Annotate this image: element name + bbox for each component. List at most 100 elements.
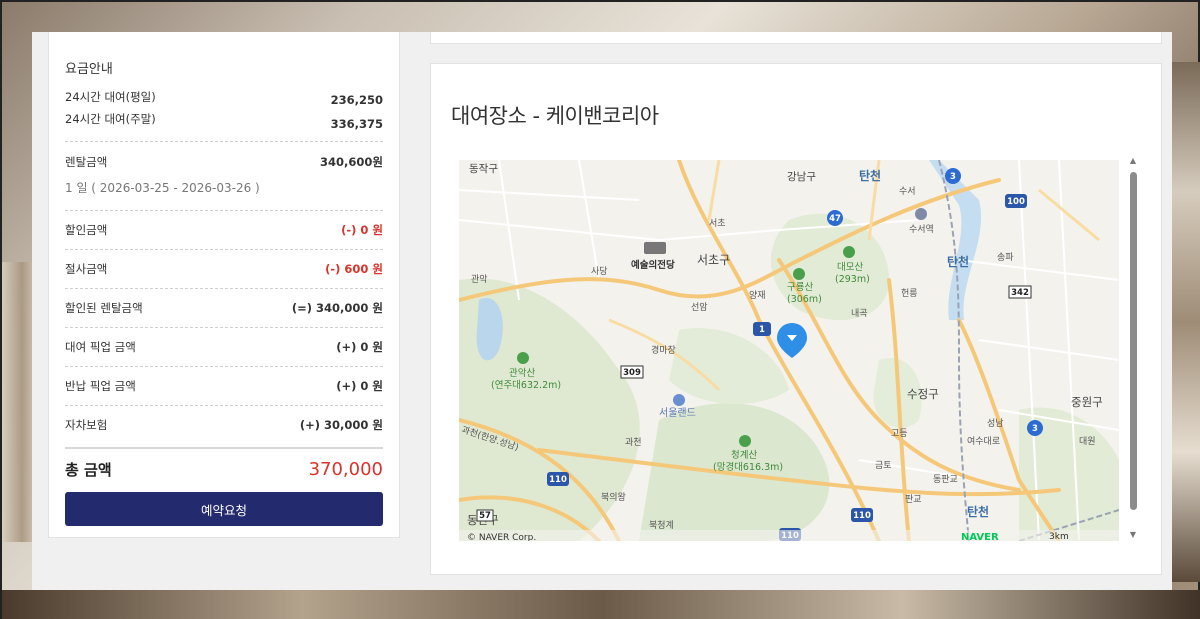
map-label-gwanaksan: 관악산 xyxy=(509,367,535,379)
map-label-seonam: 선암 xyxy=(691,301,708,313)
route-shield-342: 342 xyxy=(1011,288,1029,298)
discounted-value: (=) 340,000 원 xyxy=(291,301,383,315)
route-shield-309: 309 xyxy=(623,368,641,378)
map-scale: 3km xyxy=(1049,532,1069,541)
content-wrapper: 요금안내 24시간 대여(평일) 236,250 24시간 대여(주말) 336… xyxy=(32,32,1172,590)
naver-logo: NAVER xyxy=(961,532,999,541)
subway-icon xyxy=(915,208,927,220)
total-label: 총 금액 xyxy=(65,461,112,479)
cut-row: 절사금액 (-) 600 원 xyxy=(65,261,383,277)
map-label-gwacheon: 과천 xyxy=(625,437,642,448)
rental-period: 1 일 ( 2026-03-25 - 2026-03-26 ) xyxy=(65,181,260,195)
map-label-seoul-land: 서울랜드 xyxy=(659,407,696,419)
map-label-godeung: 고등 xyxy=(891,428,908,439)
map-label-yangjae: 양재 xyxy=(749,290,766,301)
top-card-remnant xyxy=(430,32,1162,44)
map-label-daemosan-h: (293m) xyxy=(835,274,870,285)
cut-block: 절사금액 (-) 600 원 xyxy=(65,250,383,288)
total-value: 370,000 xyxy=(308,459,383,480)
map-view[interactable]: 동작구 강남구 서초구 수정구 중원구 동안구 탄천 탄천 탄천 수서 서초 수… xyxy=(459,160,1119,541)
discount-block: 할인금액 (-) 0 원 xyxy=(65,211,383,249)
cut-value: (-) 600 원 xyxy=(325,262,383,276)
route-shield-47: 47 xyxy=(829,214,841,224)
map-label-gwanak-ic: 관악 xyxy=(471,273,488,285)
landmark-icon xyxy=(644,242,666,254)
rate-weekend-row: 24시간 대여(주말) 336,375 xyxy=(65,107,383,141)
mountain-icon xyxy=(739,435,751,447)
map-label-cheonggyesan: 청계산 xyxy=(731,449,757,461)
map-copyright: © NAVER Corp. xyxy=(467,533,536,541)
map-title: 대여장소 - 케이밴코리아 xyxy=(451,104,659,128)
map-label-daewon: 대원 xyxy=(1079,436,1096,447)
map-label-naegok: 내곡 xyxy=(851,308,868,319)
return-label: 반납 픽업 금액 xyxy=(65,379,136,393)
rate-weekday-value: 236,250 xyxy=(330,93,383,107)
map-label-suseo-ic: 수서 xyxy=(899,186,916,197)
mountain-icon xyxy=(843,246,855,258)
map-label-pangyo: 판교 xyxy=(905,494,922,505)
map-label-songpa: 송파 xyxy=(997,252,1014,263)
pickup-value: (+) 0 원 xyxy=(336,340,383,354)
map-label-tancheon-mid: 탄천 xyxy=(947,254,969,269)
insurance-block: 자차보험 (+) 30,000 원 xyxy=(65,406,383,447)
route-shield-100: 100 xyxy=(1007,197,1025,207)
map-label-sadang: 사당 xyxy=(591,266,608,277)
map-label-arts-center: 예술의전당 xyxy=(631,259,675,271)
mountain-icon xyxy=(517,352,529,364)
discount-label: 할인금액 xyxy=(65,223,108,237)
route-shield-57: 57 xyxy=(479,511,491,521)
total-row: 총 금액 370,000 xyxy=(65,449,383,492)
scroll-up-icon[interactable]: ▲ xyxy=(1128,156,1138,166)
insurance-value: (+) 30,000 원 xyxy=(299,418,383,432)
map-label-seongnam: 성남 xyxy=(987,418,1004,429)
scroll-down-icon[interactable]: ▼ xyxy=(1128,530,1138,540)
map-label-sujeong: 수정구 xyxy=(907,387,939,401)
map-label-gyeongmajang: 경마장 xyxy=(651,344,676,356)
rate-weekend-label: 24시간 대여(주말) xyxy=(65,112,156,126)
insurance-row: 자차보험 (+) 30,000 원 xyxy=(65,417,383,433)
map-label-daemosan: 대모산 xyxy=(837,262,863,273)
route-shield-110b: 110 xyxy=(853,511,871,521)
route-shield-110a: 110 xyxy=(549,475,567,485)
rate-weekend-value: 336,375 xyxy=(330,117,383,131)
discount-row: 할인금액 (-) 0 원 xyxy=(65,222,383,238)
route-shield-1: 1 xyxy=(759,325,765,335)
route-shield-3b: 3 xyxy=(1032,424,1038,434)
park-icon xyxy=(673,394,685,406)
rate-weekday-row: 24시간 대여(평일) 236,250 xyxy=(65,87,383,107)
map-label-yeosu: 여수대로 xyxy=(967,435,1000,447)
pickup-block: 대여 픽업 금액 (+) 0 원 xyxy=(65,328,383,366)
rental-label: 렌탈금액 xyxy=(65,155,108,169)
map-scrollbar[interactable]: ▲ ▼ xyxy=(1127,156,1139,540)
background-decor-bottom xyxy=(2,590,1200,619)
discount-value: (-) 0 원 xyxy=(341,223,383,237)
return-row: 반납 픽업 금액 (+) 0 원 xyxy=(65,378,383,394)
map-label-bugeuiwang: 북의왕 xyxy=(601,492,626,503)
discounted-row: 할인된 렌탈금액 (=) 340,000 원 xyxy=(65,300,383,316)
cut-label: 절사금액 xyxy=(65,262,108,276)
fee-title: 요금안내 xyxy=(65,62,113,77)
discounted-block: 할인된 렌탈금액 (=) 340,000 원 xyxy=(65,289,383,327)
return-value: (+) 0 원 xyxy=(336,379,383,393)
map-label-dongpangyo: 동판교 xyxy=(933,474,958,485)
map-label-seocho-ic: 서초 xyxy=(709,218,726,229)
map-label-suseo-station: 수서역 xyxy=(909,224,934,235)
map-label-tancheon-top: 탄천 xyxy=(859,168,881,183)
pickup-label: 대여 픽업 금액 xyxy=(65,340,136,354)
return-block: 반납 픽업 금액 (+) 0 원 xyxy=(65,367,383,405)
reserve-button[interactable]: 예약요청 xyxy=(65,492,383,526)
rental-value: 340,600원 xyxy=(320,155,383,169)
map-label-guryongsan: 구룡산 xyxy=(787,282,813,293)
map-label-cheonggyesan-h: (망경대616.3m) xyxy=(713,461,783,473)
mountain-icon xyxy=(793,268,805,280)
discounted-label: 할인된 렌탈금액 xyxy=(65,301,143,315)
map-label-heolleung: 헌릉 xyxy=(901,288,918,299)
insurance-label: 자차보험 xyxy=(65,418,108,432)
rental-block: 렌탈금액 340,600원 1 일 ( 2026-03-25 - 2026-03… xyxy=(65,142,383,210)
route-shield-3a: 3 xyxy=(950,172,956,182)
map-label-gangnam: 강남구 xyxy=(787,171,816,183)
map-label-dongjak: 동작구 xyxy=(469,163,498,175)
rental-row: 렌탈금액 340,600원 xyxy=(65,154,383,170)
map-label-guryongsan-h: (306m) xyxy=(787,294,822,305)
scroll-thumb[interactable] xyxy=(1130,172,1137,510)
